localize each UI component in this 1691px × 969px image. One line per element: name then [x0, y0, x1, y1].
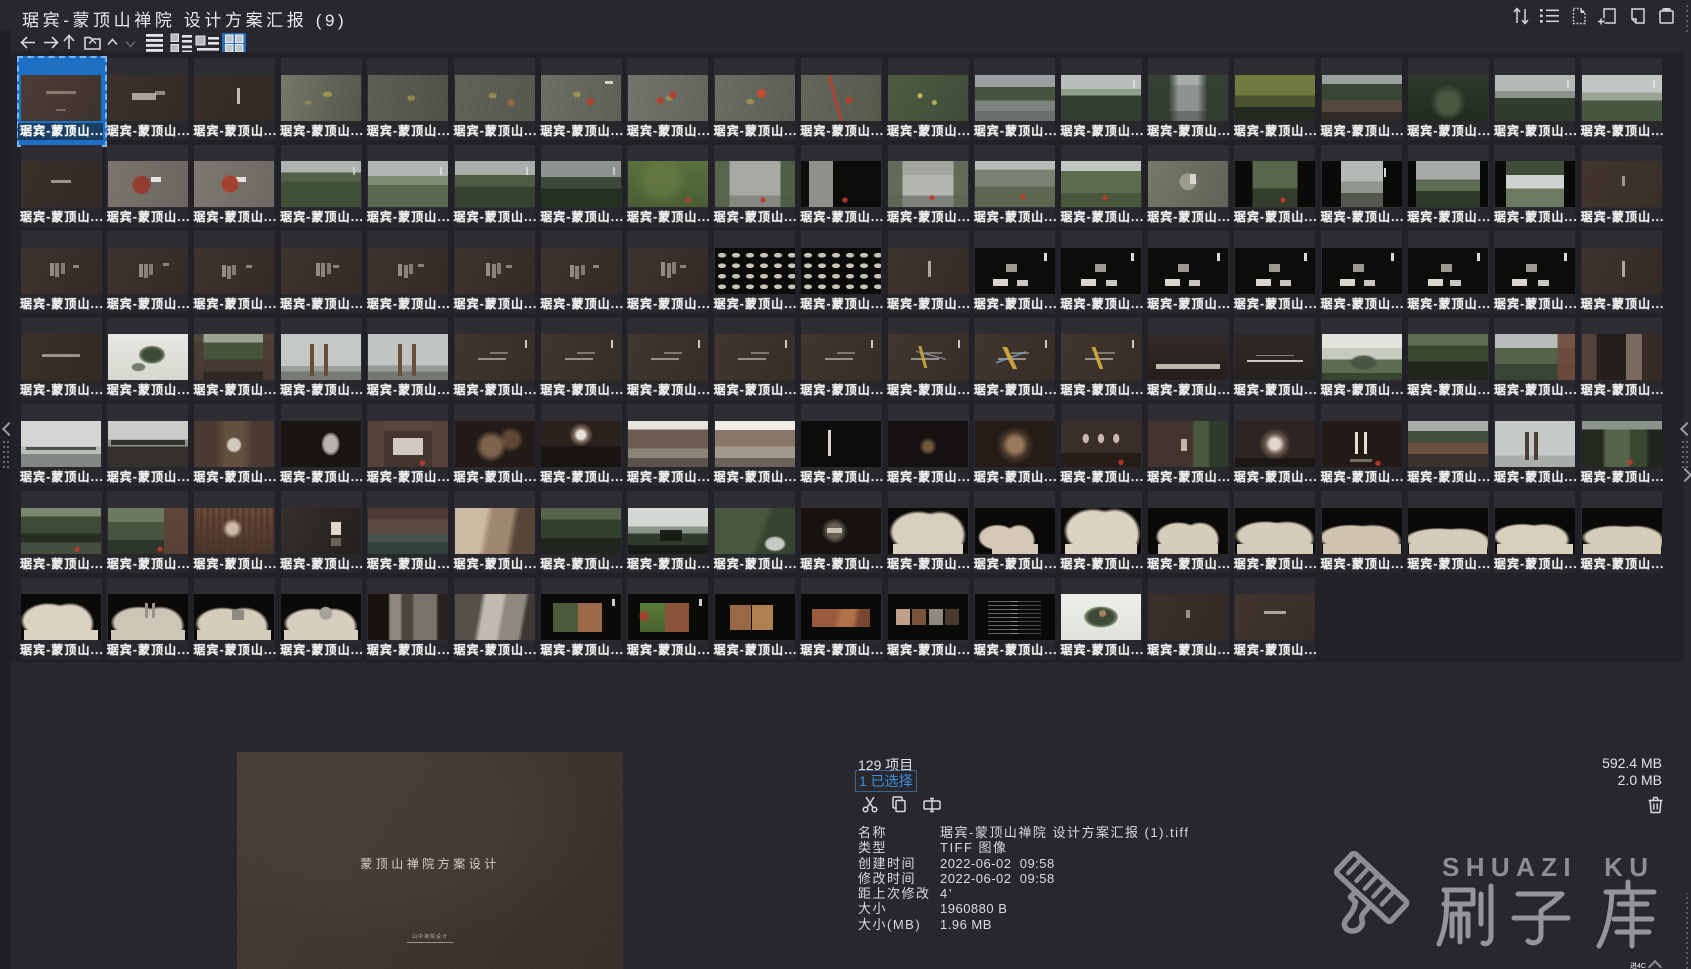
svg-text:SHUAZI KU: SHUAZI KU [1442, 852, 1648, 882]
